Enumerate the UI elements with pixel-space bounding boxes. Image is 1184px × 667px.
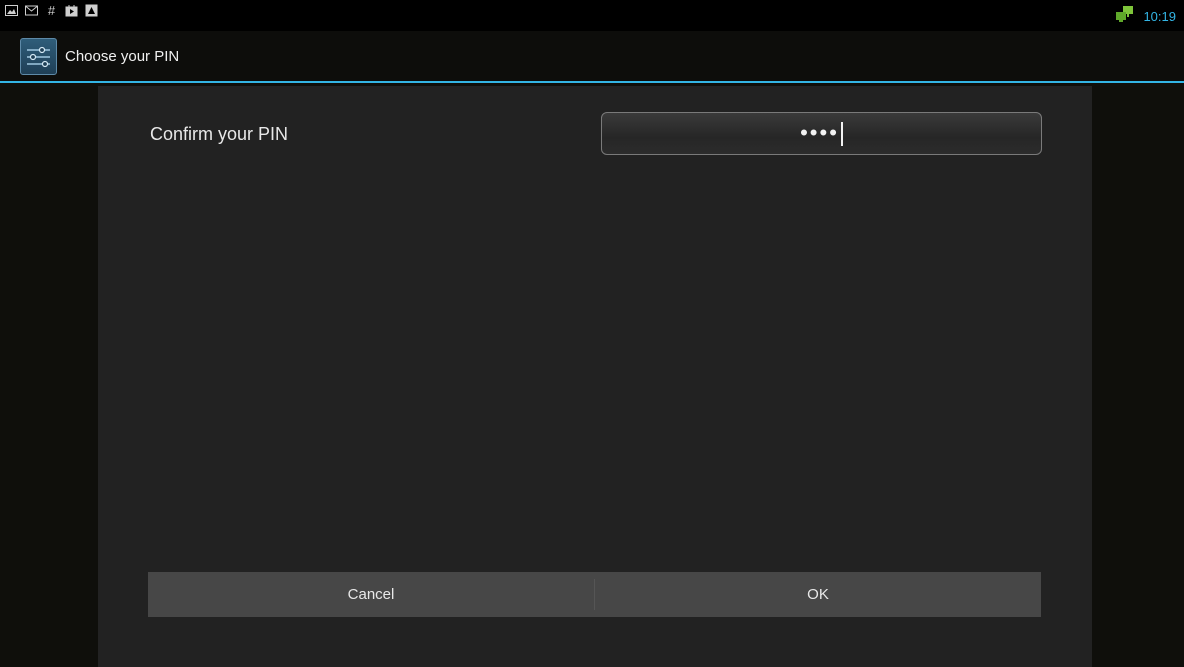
cancel-button[interactable]: Cancel xyxy=(148,572,594,617)
image-notification-icon[interactable] xyxy=(5,4,18,17)
action-bar: Choose your PIN xyxy=(0,31,1184,83)
dialog-button-bar: Cancel OK xyxy=(148,572,1041,617)
status-bar: # 10:19 xyxy=(0,0,1184,31)
pin-value: •••• xyxy=(800,120,839,145)
hashtag-notification-icon[interactable]: # xyxy=(45,4,58,17)
settings-icon[interactable] xyxy=(20,38,57,75)
pin-dialog: Confirm your PIN •••• Cancel OK xyxy=(98,86,1092,667)
network-connected-icon xyxy=(1116,6,1134,27)
page-title: Choose your PIN xyxy=(65,48,180,65)
text-cursor xyxy=(840,122,843,147)
clock: 10:19 xyxy=(1143,9,1176,24)
play-store-notification-icon[interactable] xyxy=(65,4,78,17)
confirm-pin-label: Confirm your PIN xyxy=(150,124,289,144)
gmail-notification-icon[interactable] xyxy=(25,4,38,17)
notification-icons: # xyxy=(5,4,98,17)
pin-input[interactable]: •••• xyxy=(601,112,1042,155)
photo-notification-icon[interactable] xyxy=(85,4,98,17)
ok-button[interactable]: OK xyxy=(595,572,1041,617)
